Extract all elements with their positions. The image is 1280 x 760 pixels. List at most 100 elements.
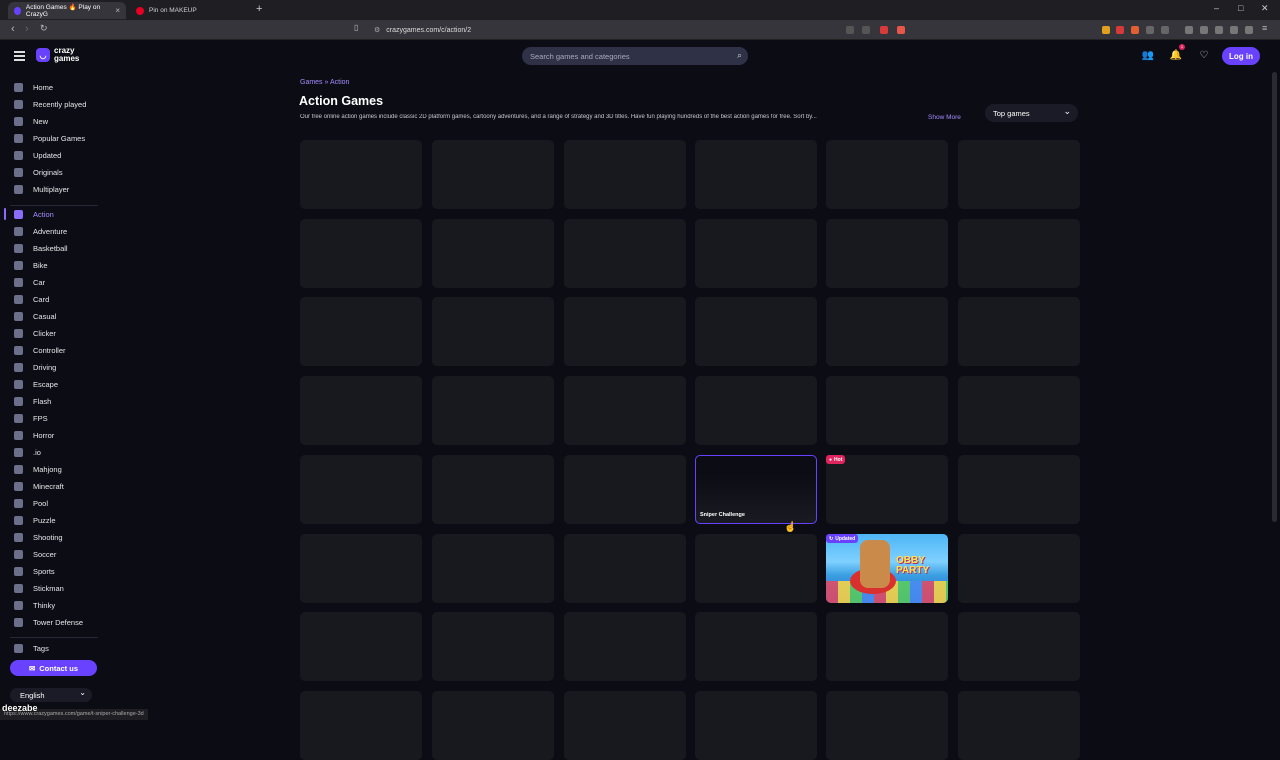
game-card[interactable] [826, 140, 948, 209]
sidebar-item-controller[interactable]: Controller [0, 343, 102, 357]
sidebar-toggle-icon[interactable] [1200, 26, 1208, 34]
game-card[interactable] [958, 612, 1080, 681]
game-card[interactable] [826, 612, 948, 681]
game-card[interactable] [432, 140, 554, 209]
game-card[interactable] [300, 534, 422, 603]
sidebar-item-pool[interactable]: Pool [0, 496, 102, 510]
sidebar-item-shooting[interactable]: Shooting [0, 530, 102, 544]
sidebar-item-minecraft[interactable]: Minecraft [0, 479, 102, 493]
game-card[interactable] [958, 691, 1080, 760]
game-card[interactable] [300, 691, 422, 760]
game-card[interactable] [432, 691, 554, 760]
wallet-icon[interactable] [1215, 26, 1223, 34]
sidebar-item-puzzle[interactable]: Puzzle [0, 513, 102, 527]
sidebar-item-stickman[interactable]: Stickman [0, 581, 102, 595]
browser-tab[interactable]: Pin on MAKEUP [130, 2, 250, 19]
sidebar-item-new[interactable]: New [0, 114, 102, 128]
sidebar-item-casual[interactable]: Casual [0, 309, 102, 323]
game-card[interactable] [695, 297, 817, 366]
notifications-icon[interactable]: 🔔 [1169, 49, 1183, 63]
game-card[interactable] [432, 612, 554, 681]
hamburger-menu-icon[interactable] [14, 51, 25, 63]
crazygames-logo[interactable]: ◡ crazy games [36, 47, 79, 63]
maximize-icon[interactable]: □ [1238, 3, 1243, 13]
screen-icon[interactable] [846, 26, 854, 34]
game-card[interactable] [695, 534, 817, 603]
site-info-icon[interactable]: ⚙ [374, 26, 380, 34]
extension-icon[interactable] [1131, 26, 1139, 34]
favorites-icon[interactable]: ♡ [1197, 49, 1211, 63]
vpn-icon[interactable] [1245, 26, 1253, 34]
game-card[interactable] [695, 219, 817, 288]
extension-icon[interactable] [1116, 26, 1124, 34]
sidebar-item-updated[interactable]: Updated [0, 148, 102, 162]
browser-tab-active[interactable]: Action Games 🔥 Play on CrazyG × [8, 2, 126, 19]
rewards-icon[interactable] [897, 26, 905, 34]
sidebar-item-popular-games[interactable]: Popular Games [0, 131, 102, 145]
game-card[interactable] [958, 534, 1080, 603]
search-icon[interactable]: ⌕ [737, 50, 742, 61]
breadcrumb[interactable]: Games » Action [300, 79, 349, 86]
sidebar-item-basketball[interactable]: Basketball [0, 241, 102, 255]
reload-icon[interactable]: ↻ [40, 23, 48, 34]
game-card[interactable] [564, 691, 686, 760]
game-card-sniper-challenge[interactable]: Sniper Challenge [695, 455, 817, 524]
sidebar-item-mahjong[interactable]: Mahjong [0, 462, 102, 476]
sidebar-item-fps[interactable]: FPS [0, 411, 102, 425]
game-card[interactable] [826, 376, 948, 445]
brave-shield-icon[interactable] [880, 26, 888, 34]
minimize-icon[interactable]: – [1214, 3, 1219, 13]
game-card[interactable] [564, 376, 686, 445]
address-bar[interactable]: ⚙ crazygames.com/c/action/2 [350, 23, 910, 37]
game-card[interactable] [432, 219, 554, 288]
game-card[interactable] [564, 612, 686, 681]
sidebar-item-originals[interactable]: Originals [0, 165, 102, 179]
search-input[interactable]: Search games and categories ⌕ [522, 47, 748, 65]
sidebar-item-horror[interactable]: Horror [0, 428, 102, 442]
game-card[interactable] [432, 297, 554, 366]
sidebar-item-adventure[interactable]: Adventure [0, 224, 102, 238]
sidebar-item-car[interactable]: Car [0, 275, 102, 289]
game-card[interactable] [958, 376, 1080, 445]
forward-icon[interactable]: › [25, 23, 29, 35]
show-more-link[interactable]: Show More [928, 114, 961, 121]
friends-icon[interactable]: 👥 [1141, 49, 1155, 63]
menu-icon[interactable]: ≡ [1262, 23, 1267, 33]
sidebar-item-thinky[interactable]: Thinky [0, 598, 102, 612]
game-card[interactable] [564, 297, 686, 366]
sidebar-item-io[interactable]: .io [0, 445, 102, 459]
game-card[interactable] [432, 455, 554, 524]
game-card[interactable] [300, 612, 422, 681]
scrollbar[interactable] [1272, 72, 1277, 522]
game-card[interactable] [958, 219, 1080, 288]
game-card[interactable] [300, 455, 422, 524]
game-card[interactable] [564, 140, 686, 209]
game-card[interactable] [958, 455, 1080, 524]
extension-icon[interactable] [1146, 26, 1154, 34]
contact-us-button[interactable]: ✉ Contact us [10, 660, 97, 676]
media-icon[interactable] [1185, 26, 1193, 34]
back-icon[interactable]: ‹ [11, 23, 15, 35]
sidebar-item-clicker[interactable]: Clicker [0, 326, 102, 340]
game-card[interactable] [300, 297, 422, 366]
extension-icon[interactable] [1102, 26, 1110, 34]
game-card[interactable] [958, 297, 1080, 366]
game-card[interactable] [826, 219, 948, 288]
game-card-obby-party[interactable]: OBBY PARTY [826, 534, 948, 603]
game-card[interactable] [564, 534, 686, 603]
game-card[interactable] [695, 376, 817, 445]
game-card[interactable] [432, 534, 554, 603]
game-card[interactable] [564, 219, 686, 288]
game-card[interactable] [564, 455, 686, 524]
game-card[interactable] [695, 691, 817, 760]
sidebar-item-flash[interactable]: Flash [0, 394, 102, 408]
sidebar-item-tower-defense[interactable]: Tower Defense [0, 615, 102, 629]
game-card[interactable] [826, 691, 948, 760]
game-card[interactable] [958, 140, 1080, 209]
share-icon[interactable] [862, 26, 870, 34]
game-card[interactable] [826, 297, 948, 366]
close-window-icon[interactable]: ✕ [1261, 3, 1269, 14]
sidebar-item-recently-played[interactable]: Recently played [0, 97, 102, 111]
download-icon[interactable] [1230, 26, 1238, 34]
language-select[interactable]: English ⌄ [10, 688, 92, 702]
